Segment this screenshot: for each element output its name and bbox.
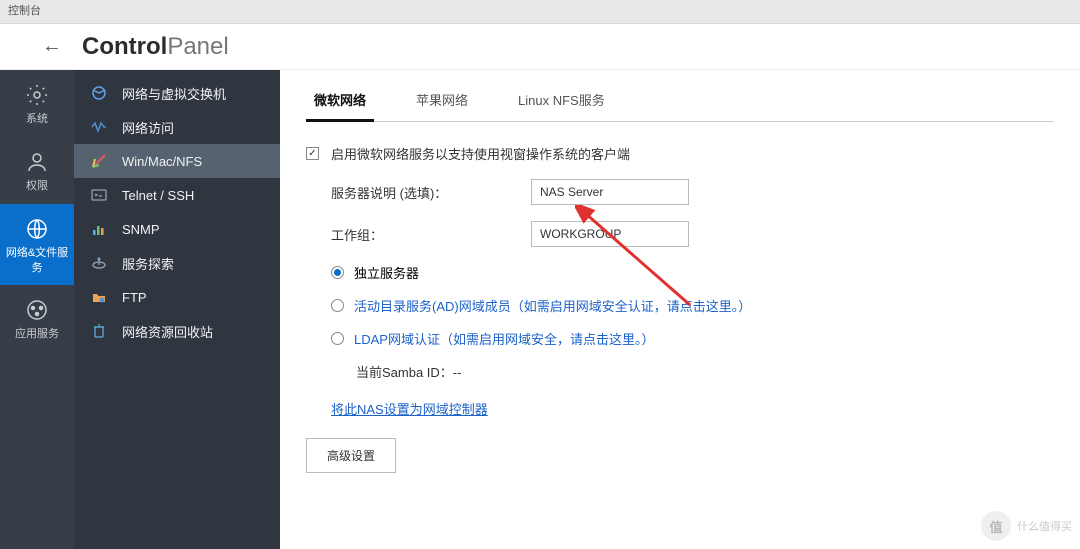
radio-ldap[interactable] — [331, 332, 344, 345]
trash-icon — [90, 322, 108, 340]
nav-item-system[interactable]: 系统 — [0, 70, 74, 137]
title-text: 控制台 — [8, 5, 41, 17]
radio-standalone[interactable] — [331, 266, 344, 279]
radio-ldap-row: LDAP网域认证（如需启用网域安全，请点击这里。） — [331, 329, 1054, 348]
radio-ad-label[interactable]: 活动目录服务(AD)网域成员（如需启用网域安全认证，请点击这里。） — [354, 296, 751, 315]
tabs: 微软网络 苹果网络 Linux NFS服务 — [306, 90, 1054, 122]
server-desc-label: 服务器说明 (选填)： — [331, 183, 531, 202]
enable-checkbox[interactable]: ✓ — [306, 147, 319, 160]
watermark: 值 什么值得买 — [981, 511, 1072, 541]
nav-item-apps[interactable]: 应用服务 — [0, 285, 74, 352]
radio-ad[interactable] — [331, 299, 344, 312]
breadcrumb: ← ControlPanel — [0, 24, 1080, 70]
share-icon — [90, 152, 108, 170]
workgroup-label: 工作组： — [331, 225, 531, 244]
sidebar-item-recycle[interactable]: 网络资源回收站 — [74, 314, 280, 348]
enable-label: 启用微软网络服务以支持使用视窗操作系统的客户端 — [331, 144, 630, 163]
pulse-icon — [90, 118, 108, 136]
server-desc-input[interactable] — [531, 179, 689, 205]
user-icon — [24, 149, 50, 175]
domain-controller-link[interactable]: 将此NAS设置为网域控制器 — [331, 402, 488, 417]
samba-id-label: 当前Samba ID：-- — [356, 362, 1054, 381]
workgroup-row: 工作组： — [331, 221, 1054, 247]
radio-ldap-label[interactable]: LDAP网域认证（如需启用网域安全，请点击这里。） — [354, 329, 654, 348]
workgroup-input[interactable] — [531, 221, 689, 247]
watermark-text: 什么值得买 — [1017, 518, 1072, 534]
terminal-icon — [90, 186, 108, 204]
content-panel: 微软网络 苹果网络 Linux NFS服务 ✓ 启用微软网络服务以支持使用视窗操… — [280, 70, 1080, 549]
network-icon — [90, 84, 108, 102]
secondary-nav: 网络与虚拟交换机 网络访问 Win/Mac/NFS Telnet / SSH S… — [74, 70, 280, 549]
radio-standalone-row: 独立服务器 — [331, 263, 1054, 282]
window-title-bar: 控制台 — [0, 0, 1080, 24]
breadcrumb-light: Panel — [167, 33, 228, 61]
folder-icon — [90, 288, 108, 306]
radio-standalone-label: 独立服务器 — [354, 263, 419, 282]
sidebar-item-netaccess[interactable]: 网络访问 — [74, 110, 280, 144]
sidebar-item-discovery[interactable]: 服务探索 — [74, 246, 280, 280]
tab-microsoft[interactable]: 微软网络 — [306, 90, 374, 122]
tab-apple[interactable]: 苹果网络 — [408, 90, 476, 121]
watermark-logo-icon: 值 — [981, 511, 1011, 541]
bars-icon — [90, 220, 108, 238]
sidebar-item-vswitch[interactable]: 网络与虚拟交换机 — [74, 76, 280, 110]
radio-ad-row: 活动目录服务(AD)网域成员（如需启用网域安全认证，请点击这里。） — [331, 296, 1054, 315]
sidebar-item-ftp[interactable]: FTP — [74, 280, 280, 314]
tab-nfs[interactable]: Linux NFS服务 — [510, 90, 613, 121]
server-desc-row: 服务器说明 (选填)： — [331, 179, 1054, 205]
breadcrumb-bold: Control — [82, 33, 167, 61]
globe-icon — [24, 216, 50, 242]
apps-icon — [24, 297, 50, 323]
sidebar-item-telnet[interactable]: Telnet / SSH — [74, 178, 280, 212]
radar-icon — [90, 254, 108, 272]
sidebar-item-snmp[interactable]: SNMP — [74, 212, 280, 246]
primary-nav: 系统 权限 网络&文件服务 应用服务 — [0, 70, 74, 549]
nav-item-permissions[interactable]: 权限 — [0, 137, 74, 204]
gear-icon — [24, 82, 50, 108]
nav-item-network-file[interactable]: 网络&文件服务 — [0, 204, 74, 286]
enable-row: ✓ 启用微软网络服务以支持使用视窗操作系统的客户端 — [306, 144, 1054, 163]
back-arrow-icon[interactable]: ← — [42, 35, 62, 58]
advanced-settings-button[interactable]: 高级设置 — [306, 438, 396, 473]
sidebar-item-winmacnfs[interactable]: Win/Mac/NFS — [74, 144, 280, 178]
